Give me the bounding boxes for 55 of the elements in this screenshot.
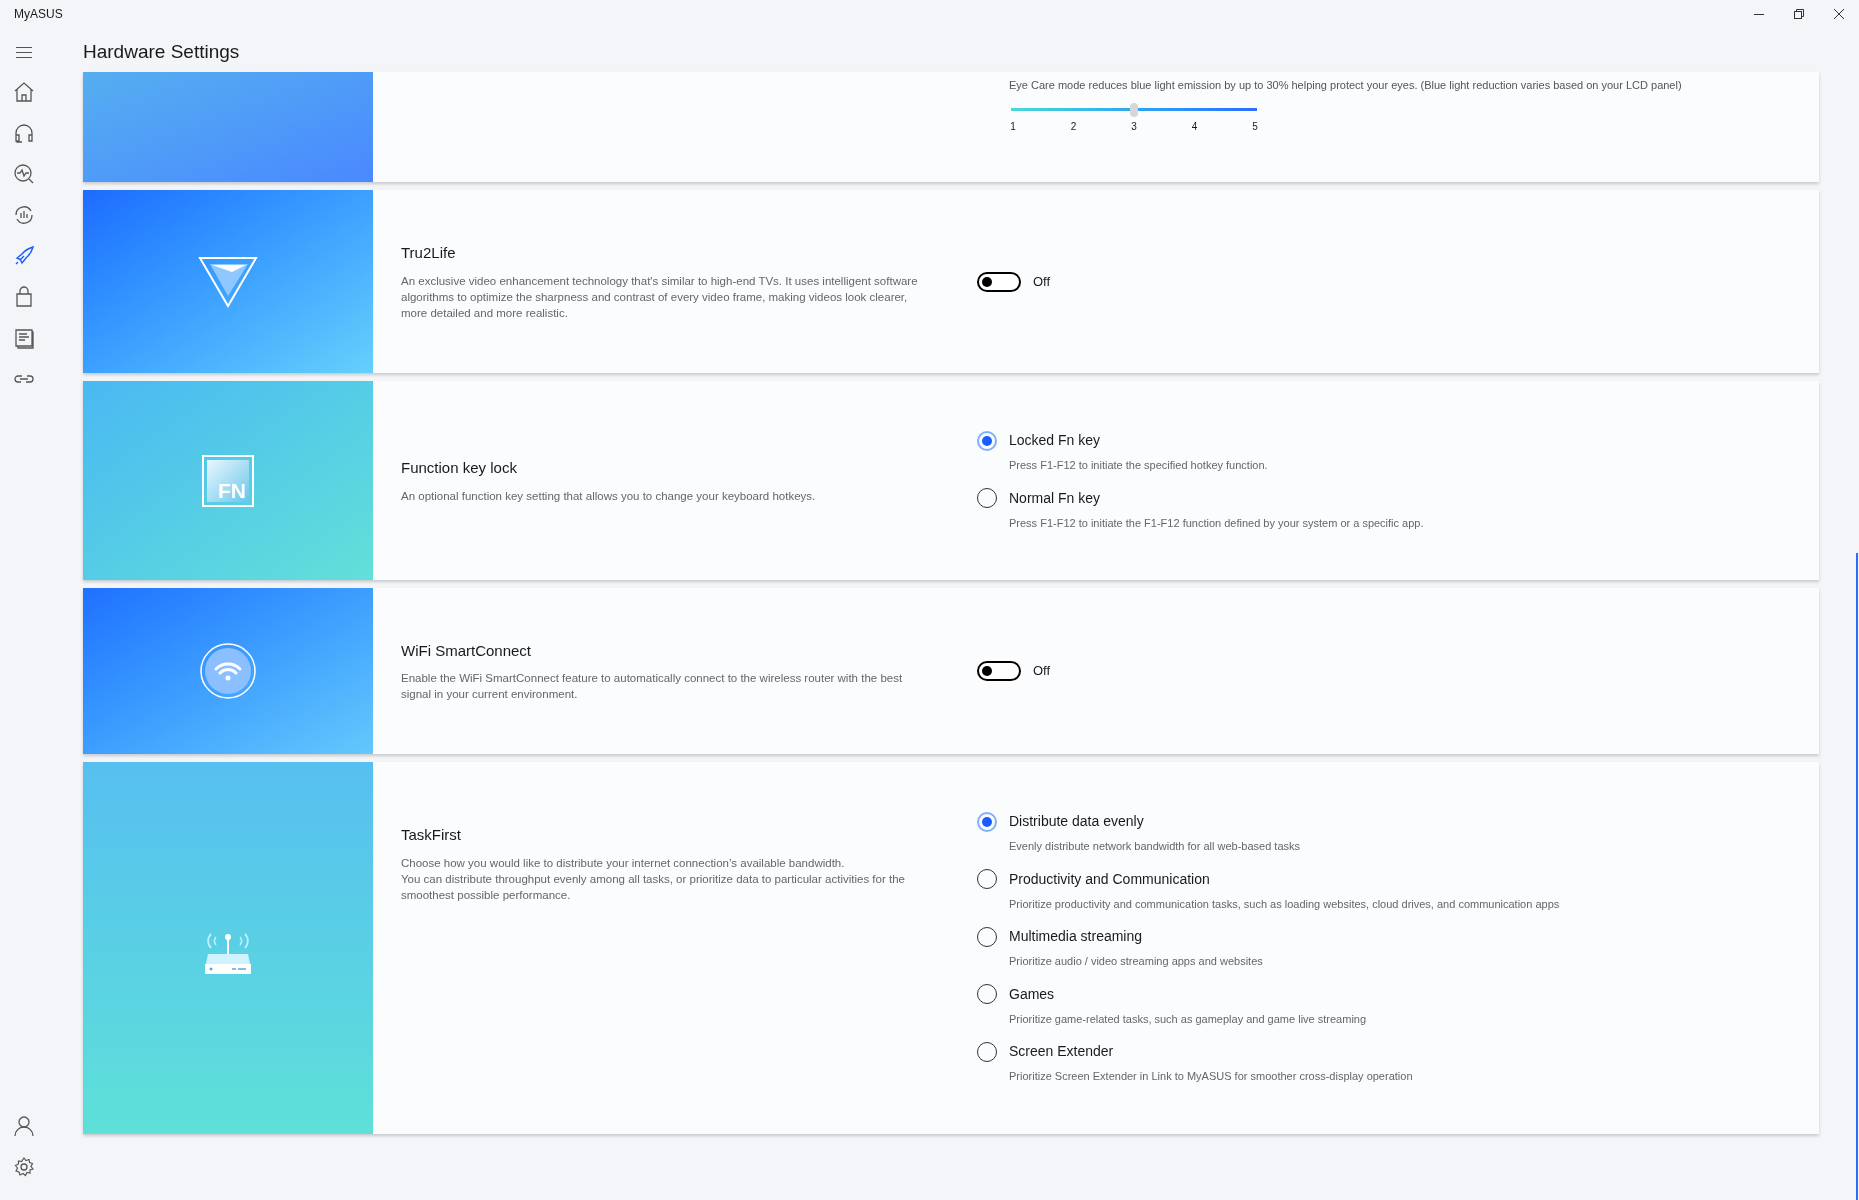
option-label: Games: [1009, 984, 1055, 1004]
window-title: MyASUS: [14, 6, 63, 23]
close-icon: [1834, 9, 1844, 19]
option-label: Locked Fn key: [1009, 431, 1101, 450]
tick-label: 3: [1130, 120, 1138, 134]
wifi-icon: [200, 643, 256, 699]
setting-description: Enable the WiFi SmartConnect feature to automatically connect to the wireless router with the best signal in your current environment.: [401, 671, 904, 703]
option-hint: Prioritize game-related tasks, such as gameplay and game live streaming: [1008, 1011, 1368, 1027]
tick-label: 2: [1069, 120, 1078, 134]
minimize-icon: [1754, 13, 1764, 15]
option-hint: Evenly distribute network bandwidth for all web-based tasks: [1008, 839, 1302, 855]
toggle-label: Off: [1033, 662, 1051, 681]
toggle-switch[interactable]: [977, 271, 1021, 292]
setting-title: TaskFirst: [401, 825, 462, 845]
setting-description: Eye Care mode reduces blue light emission by up to 30% helping protect your eyes. (Blue light reduction varies based on your LCD panel): [1009, 78, 1683, 93]
option-hint: Prioritize productivity and communication tasks, such as loading websites, cloud drives, and communication apps: [1008, 896, 1561, 912]
page-title: Hardware Settings: [83, 39, 241, 64]
settings-icon: [13, 1156, 35, 1178]
setting-description: Choose how you would like to distribute your internet connection’s available bandwidth. You can distribute throughput evenly among all tasks, or prioritize data to particular activities for the smoothest possible performance.: [401, 855, 906, 903]
home-icon: [13, 81, 35, 103]
nav-button[interactable]: [11, 1113, 37, 1139]
toggle-switch[interactable]: [977, 661, 1021, 681]
option-hint: Press F1-F12 to initiate the F1-F12 function defined by your system or a specific app.: [1008, 515, 1425, 531]
menu-icon: [16, 46, 32, 58]
option-hint: Prioritize audio / video streaming apps and websites: [1008, 954, 1264, 970]
option-label: Multimedia streaming: [1009, 927, 1143, 947]
headset-icon: [13, 122, 35, 144]
option-hint: Prioritize Screen Extender in Link to MyASUS for smoother cross-display operation: [1008, 1069, 1414, 1085]
option-label: Productivity and Communication: [1009, 869, 1210, 889]
tick-label: 4: [1190, 120, 1199, 134]
fn-key-icon: FN: [202, 454, 254, 507]
user-icon: [13, 1115, 35, 1137]
setting-description: An exclusive video enhancement technology that's similar to high-end TVs. It uses intelligent software algorithms to optimize the sharpness and contrast of every video frame, making videos look clearer, more detailed and more realistic.: [401, 273, 919, 321]
slider-thumb[interactable]: [1130, 103, 1138, 117]
scrollbar[interactable]: [1856, 553, 1858, 1200]
document-icon: [13, 327, 35, 349]
setting-description: An optional function key setting that allows you to change your keyboard hotkeys.: [401, 488, 817, 504]
radio-button[interactable]: [977, 811, 997, 832]
setting-title: WiFi SmartConnect: [401, 640, 533, 661]
setting-title: Function key lock: [401, 458, 518, 479]
option-hint: Press F1-F12 to initiate the specified hotkey function.: [1008, 458, 1269, 473]
radio-button[interactable]: [977, 430, 997, 451]
tick-label: 5: [1251, 120, 1259, 134]
rocket-icon: [13, 245, 35, 267]
setting-title: Tru2Life: [401, 243, 457, 264]
option-label: Screen Extender: [1009, 1042, 1114, 1062]
option-label: Normal Fn key: [1009, 488, 1101, 508]
toggle-label: Off: [1033, 272, 1051, 291]
tick-label: 1: [1009, 120, 1017, 134]
restore-icon: [1794, 9, 1804, 19]
activity-search-icon: [13, 163, 35, 185]
option-label: Distribute data evenly: [1009, 812, 1144, 832]
slider[interactable]: [1011, 103, 1257, 117]
triangle-logo-icon: [198, 255, 258, 308]
refresh-chart-icon: [13, 204, 35, 226]
